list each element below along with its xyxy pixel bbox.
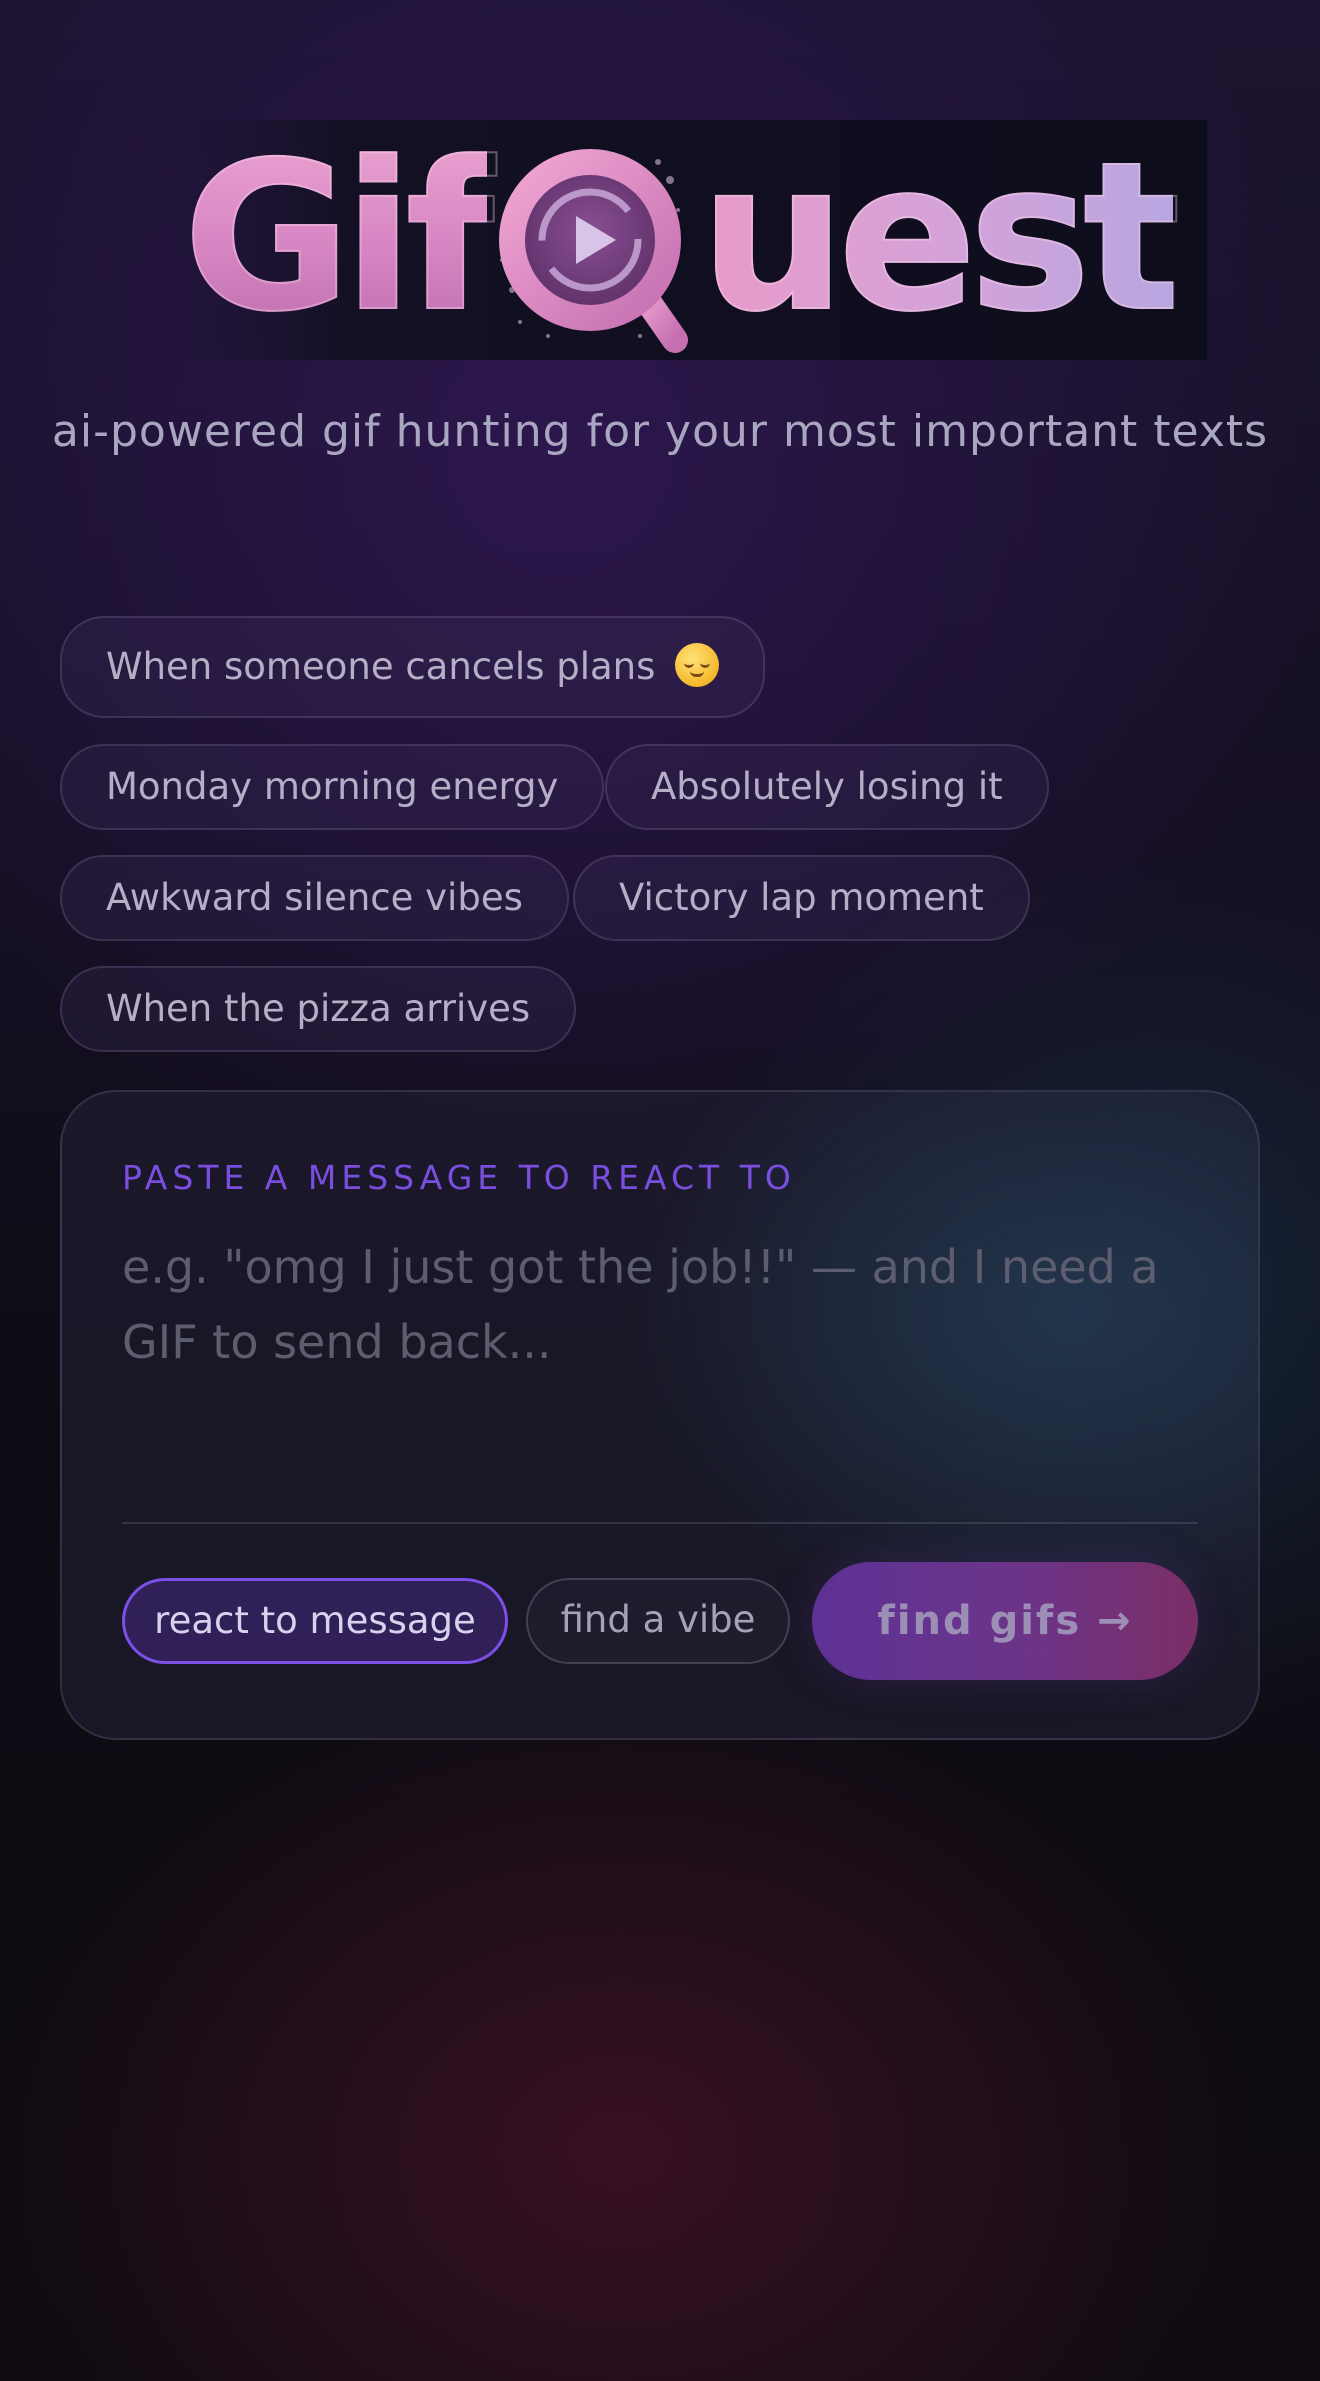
message-input[interactable]: [122, 1230, 1202, 1490]
chip-label: When the pizza arrives: [106, 987, 531, 1030]
composer-divider: [122, 1522, 1198, 1524]
logo-text-gif: Gif: [182, 119, 496, 357]
suggestion-chip-awkward-silence[interactable]: Awkward silence vibes: [60, 855, 569, 941]
chip-label: Victory lap moment: [619, 876, 984, 919]
suggestion-chip-monday-morning[interactable]: Monday morning energy: [60, 744, 605, 830]
chip-label: Awkward silence vibes: [106, 876, 523, 919]
react-to-message-button[interactable]: react to message: [122, 1578, 508, 1664]
suggestion-chip-losing-it[interactable]: Absolutely losing it: [605, 744, 1049, 830]
relieved-face-emoji-icon: [675, 643, 720, 687]
chip-label: Absolutely losing it: [651, 765, 1003, 808]
find-a-vibe-button[interactable]: find a vibe: [526, 1578, 790, 1664]
message-input-label: PASTE A MESSAGE TO REACT TO: [122, 1158, 796, 1197]
magnifier-play-icon: [499, 149, 688, 353]
chip-label: When someone cancels plans: [106, 645, 656, 688]
suggestion-chip-pizza-arrives[interactable]: When the pizza arrives: [60, 966, 577, 1052]
chip-label: Monday morning energy: [106, 765, 559, 808]
suggestion-chip-cancels-plans[interactable]: When someone cancels plans: [60, 616, 766, 718]
logo-text-uest: uest: [699, 119, 1182, 357]
tagline: ai-powered gif hunting for your most imp…: [51, 406, 1269, 457]
suggestion-chip-victory-lap[interactable]: Victory lap moment: [573, 855, 1030, 941]
find-gifs-button[interactable]: find gifs →: [812, 1562, 1198, 1680]
